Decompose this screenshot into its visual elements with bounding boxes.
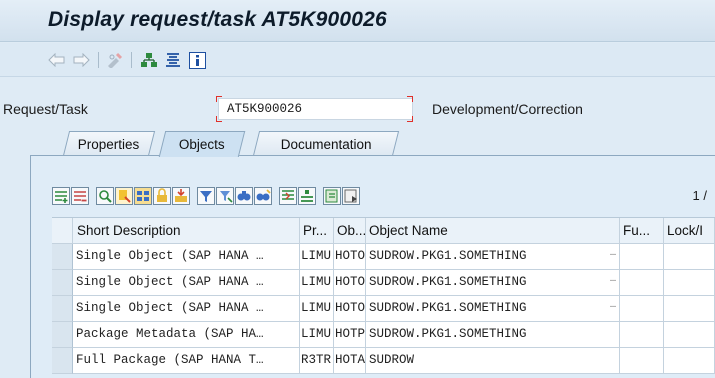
- toolbar-separator: [98, 52, 99, 68]
- tab-label: Objects: [178, 137, 225, 152]
- tab-label: Properties: [78, 136, 140, 152]
- object-name-text: SUDROW: [369, 353, 415, 367]
- row-selector[interactable]: [52, 270, 73, 296]
- cell-object-name: SUDROW.PKG1.SOMETHING …: [366, 296, 620, 322]
- cell-program-id: LIMU: [300, 322, 334, 348]
- delete-row-icon[interactable]: [71, 187, 89, 205]
- more-ellipsis: …: [609, 248, 616, 259]
- request-task-field[interactable]: AT5K900026: [218, 98, 413, 120]
- cell-object-type: HOTO: [334, 270, 366, 296]
- object-name-text: SUDROW.PKG1.SOMETHING: [369, 301, 527, 315]
- hierarchy-icon[interactable]: [140, 51, 158, 69]
- column-header-object-name[interactable]: Object Name: [366, 218, 620, 244]
- cell-object-name: SUDROW.PKG1.SOMETHING …: [366, 270, 620, 296]
- cell-object-name: SUDROW.PKG1.SOMETHING: [366, 322, 620, 348]
- object-name-text: SUDROW.PKG1.SOMETHING: [369, 249, 527, 263]
- cell-object-name: SUDROW.PKG1.SOMETHING …: [366, 244, 620, 270]
- request-row: Request/Task AT5K900026 Development/Corr…: [0, 95, 715, 125]
- tab-documentation[interactable]: Documentation: [252, 131, 400, 156]
- sort-icon[interactable]: [216, 187, 234, 205]
- title-bar: Display request/task AT5K900026: [0, 0, 715, 42]
- find-next-icon[interactable]: [254, 187, 272, 205]
- forward-arrow-icon[interactable]: [72, 51, 90, 69]
- layout-icon[interactable]: [342, 187, 360, 205]
- cell-program-id: R3TR: [300, 348, 334, 374]
- application-toolbar: [0, 43, 715, 77]
- cell-short-description: Single Object (SAP HANA …: [73, 270, 300, 296]
- cell-object-type: HOTO: [334, 296, 366, 322]
- request-task-label: Request/Task: [3, 101, 88, 117]
- cell-function: [620, 322, 664, 348]
- cell-lock: [664, 322, 715, 348]
- required-marker-br: [407, 116, 413, 122]
- cell-lock: [664, 296, 715, 322]
- row-selector[interactable]: [52, 322, 73, 348]
- required-marker-tl: [216, 96, 222, 102]
- toggle-display-change-icon[interactable]: [106, 51, 124, 69]
- column-header-lock[interactable]: Lock/I: [664, 218, 715, 244]
- row-selector[interactable]: [52, 244, 73, 270]
- table-header-row: Short Description Pr... Ob... Object Nam…: [52, 218, 715, 244]
- request-type-label: Development/Correction: [432, 101, 583, 117]
- cell-short-description: Full Package (SAP HANA T…: [73, 348, 300, 374]
- info-icon[interactable]: [188, 51, 206, 69]
- table-row[interactable]: Single Object (SAP HANA … LIMU HOTO SUDR…: [52, 270, 715, 296]
- insert-row-icon[interactable]: [52, 187, 70, 205]
- column-header-function[interactable]: Fu...: [620, 218, 664, 244]
- alv-toolbar: 1 /: [52, 187, 715, 209]
- detail-icon[interactable]: [96, 187, 114, 205]
- cell-object-type: HOTO: [334, 244, 366, 270]
- required-marker-bl: [216, 116, 222, 122]
- object-name-text: SUDROW.PKG1.SOMETHING: [369, 275, 527, 289]
- cell-function: [620, 270, 664, 296]
- subtotal-icon[interactable]: [298, 187, 316, 205]
- filter-icon[interactable]: [197, 187, 215, 205]
- table-row[interactable]: Single Object (SAP HANA … LIMU HOTO SUDR…: [52, 296, 715, 322]
- table-row[interactable]: Full Package (SAP HANA T… R3TR HOTA SUDR…: [52, 348, 715, 374]
- column-header-short-description[interactable]: Short Description: [73, 218, 300, 244]
- cell-lock: [664, 270, 715, 296]
- cell-function: [620, 296, 664, 322]
- cell-lock: [664, 348, 715, 374]
- row-selector[interactable]: [52, 296, 73, 322]
- cell-short-description: Single Object (SAP HANA …: [73, 244, 300, 270]
- object-name-text: SUDROW.PKG1.SOMETHING: [369, 327, 527, 341]
- row-selector[interactable]: [52, 348, 73, 374]
- cell-object-type: HOTA: [334, 348, 366, 374]
- cell-function: [620, 348, 664, 374]
- more-ellipsis: …: [609, 300, 616, 311]
- lock-icon[interactable]: [153, 187, 171, 205]
- page-indicator: 1 /: [692, 188, 707, 203]
- more-ellipsis: …: [609, 274, 616, 285]
- cell-lock: [664, 244, 715, 270]
- table-row[interactable]: Single Object (SAP HANA … LIMU HOTO SUDR…: [52, 244, 715, 270]
- cell-program-id: LIMU: [300, 244, 334, 270]
- tab-objects[interactable]: Objects: [158, 131, 246, 157]
- release-icon[interactable]: [172, 187, 190, 205]
- cell-program-id: LIMU: [300, 296, 334, 322]
- page-title: Display request/task AT5K900026: [48, 8, 387, 31]
- column-header-program-id[interactable]: Pr...: [300, 218, 334, 244]
- select-all-icon[interactable]: [134, 187, 152, 205]
- cell-object-name: SUDROW: [366, 348, 620, 374]
- toolbar-separator: [131, 52, 132, 68]
- table-row[interactable]: Package Metadata (SAP HA… LIMU HOTP SUDR…: [52, 322, 715, 348]
- objects-table: Short Description Pr... Ob... Object Nam…: [52, 217, 715, 374]
- back-arrow-icon[interactable]: [48, 51, 66, 69]
- cell-program-id: LIMU: [300, 270, 334, 296]
- copy-icon[interactable]: [115, 187, 133, 205]
- required-marker-tr: [407, 96, 413, 102]
- cell-object-type: HOTP: [334, 322, 366, 348]
- tab-label: Documentation: [280, 136, 372, 152]
- list-icon[interactable]: [164, 51, 182, 69]
- tab-properties[interactable]: Properties: [62, 131, 156, 156]
- total-icon[interactable]: [279, 187, 297, 205]
- cell-short-description: Package Metadata (SAP HA…: [73, 322, 300, 348]
- cell-function: [620, 244, 664, 270]
- cell-short-description: Single Object (SAP HANA …: [73, 296, 300, 322]
- column-header-object-type[interactable]: Ob...: [334, 218, 366, 244]
- export-icon[interactable]: [323, 187, 341, 205]
- find-icon[interactable]: [235, 187, 253, 205]
- select-all-cell[interactable]: [52, 218, 73, 244]
